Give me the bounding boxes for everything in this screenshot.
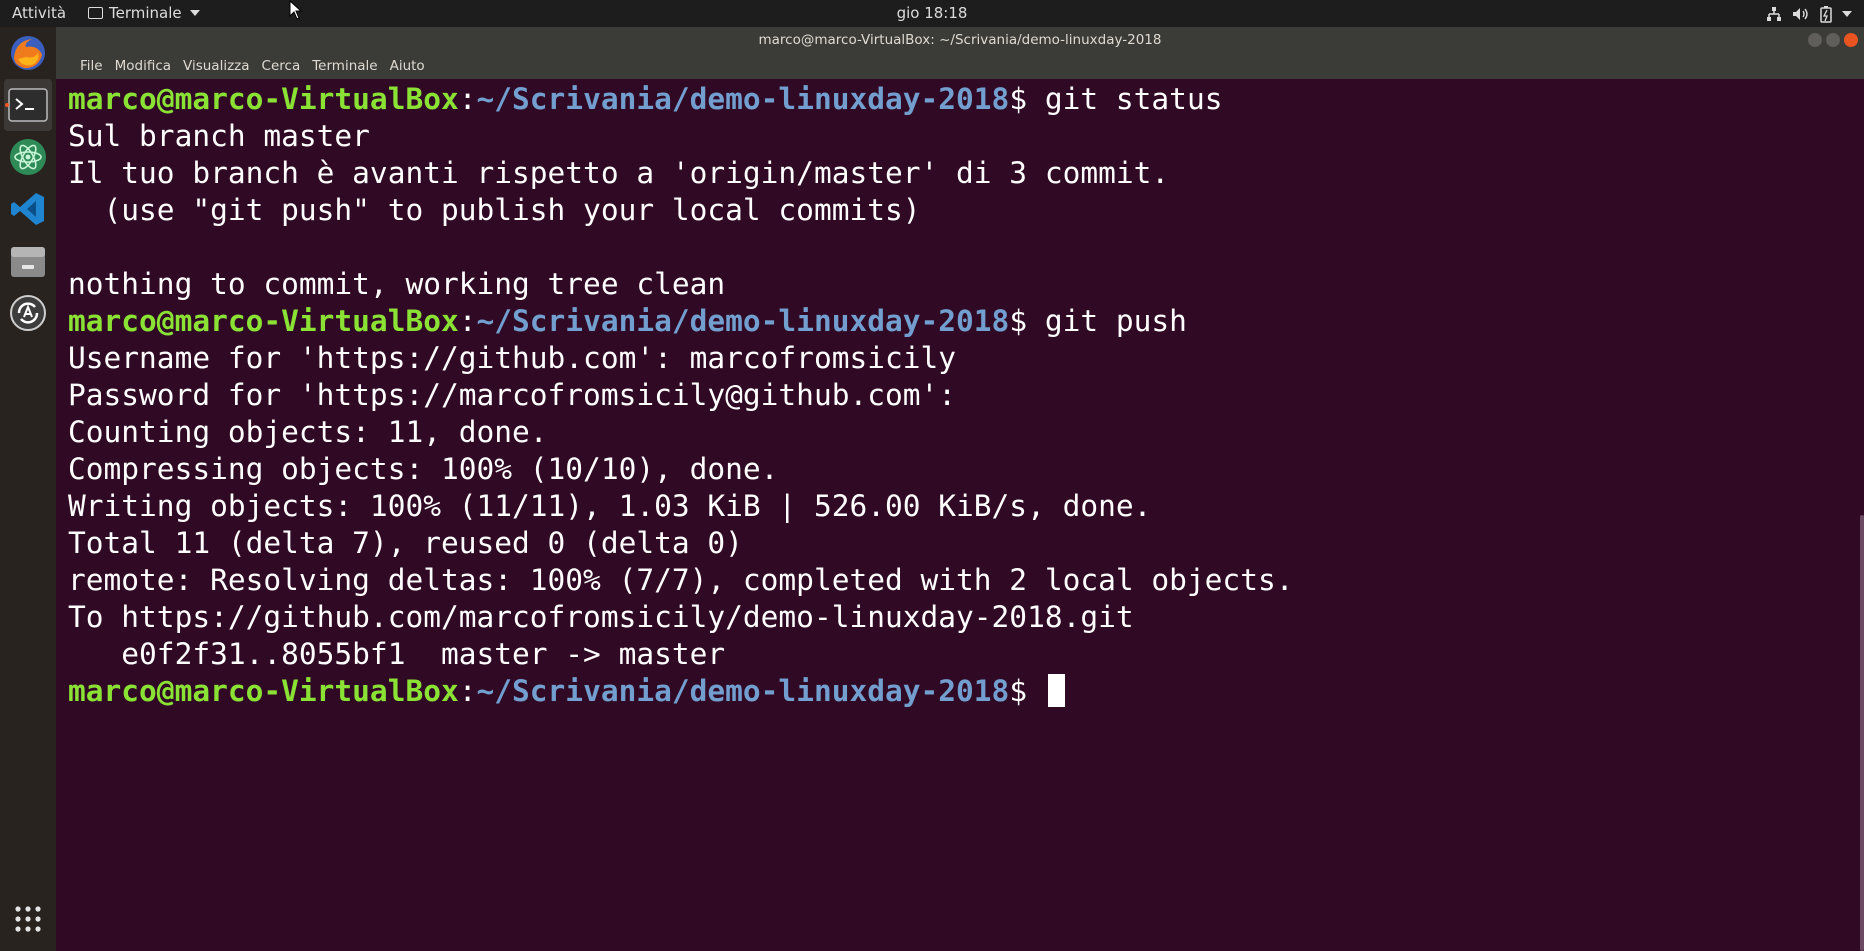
battery-icon: [1820, 6, 1832, 23]
terminal-small-icon: [88, 7, 103, 19]
menu-cerca[interactable]: Cerca: [256, 58, 307, 74]
firefox-icon: [11, 36, 45, 70]
dock-vscode[interactable]: [4, 183, 52, 235]
prompt-symbol: $: [1009, 674, 1045, 708]
atom-icon: [10, 139, 46, 175]
app-grid-icon: [15, 906, 41, 932]
top-bar: Attività Terminale gio 18:18: [0, 0, 1864, 27]
menu-bar: File Modifica Visualizza Cerca Terminale…: [56, 53, 1864, 79]
menu-aiuto[interactable]: Aiuto: [384, 58, 431, 74]
activities-button[interactable]: Attività: [12, 4, 66, 22]
prompt-path: ~/Scrivania/demo-linuxday-2018: [476, 304, 1010, 338]
terminal-output[interactable]: marco@marco-VirtualBox:~/Scrivania/demo-…: [56, 79, 1864, 951]
prompt-path: ~/Scrivania/demo-linuxday-2018: [476, 82, 1010, 116]
show-applications-button[interactable]: [4, 893, 52, 945]
output-line: Compressing objects: 100% (10/10), done.: [68, 452, 779, 486]
terminal-lines: marco@marco-VirtualBox:~/Scrivania/demo-…: [68, 81, 1293, 710]
menu-modifica[interactable]: Modifica: [109, 58, 177, 74]
menu-terminale[interactable]: Terminale: [306, 58, 383, 74]
output-line: Counting objects: 11, done.: [68, 415, 548, 449]
command-text: git status: [1044, 82, 1223, 116]
output-line: e0f2f31..8055bf1 master -> master: [68, 637, 726, 671]
scrollbar[interactable]: [1860, 515, 1864, 951]
prompt-user: marco@marco-VirtualBox: [68, 304, 459, 338]
text-cursor: [1047, 674, 1065, 707]
vscode-icon: [11, 193, 44, 225]
output-line: Password for 'https://marcofromsicily@gi…: [68, 378, 957, 412]
running-indicator: [5, 103, 9, 107]
output-line: To https://github.com/marcofromsicily/de…: [68, 600, 1134, 634]
chevron-down-icon: [189, 10, 200, 16]
prompt-separator: :: [458, 304, 477, 338]
menu-file[interactable]: File: [74, 58, 109, 74]
command-text: git push: [1044, 304, 1187, 338]
window-title: marco@marco-VirtualBox: ~/Scrivania/demo…: [758, 32, 1162, 48]
output-line: (use "git push" to publish your local co…: [68, 193, 921, 227]
volume-icon: [1793, 8, 1808, 20]
dock-software-updater[interactable]: [4, 287, 52, 339]
software-updater-icon: [10, 295, 46, 331]
prompt-user: marco@marco-VirtualBox: [68, 674, 459, 708]
output-line: Total 11 (delta 7), reused 0 (delta 0): [68, 526, 743, 560]
maximize-button[interactable]: [1826, 33, 1840, 47]
output-line: Il tuo branch è avanti rispetto a 'origi…: [68, 156, 1170, 190]
prompt-symbol: $: [1009, 82, 1045, 116]
window-titlebar[interactable]: marco@marco-VirtualBox: ~/Scrivania/demo…: [56, 27, 1864, 53]
app-menu-label: Terminale: [109, 4, 182, 22]
app-menu[interactable]: Terminale: [88, 4, 200, 22]
prompt-line: marco@marco-VirtualBox:~/Scrivania/demo-…: [68, 81, 1293, 118]
prompt-line: marco@marco-VirtualBox:~/Scrivania/demo-…: [68, 673, 1293, 710]
dock: [0, 27, 56, 951]
prompt-symbol: $: [1009, 304, 1045, 338]
output-line: remote: Resolving deltas: 100% (7/7), co…: [68, 563, 1294, 597]
clock[interactable]: gio 18:18: [897, 4, 968, 22]
prompt-user: marco@marco-VirtualBox: [68, 82, 459, 116]
prompt-separator: :: [458, 82, 477, 116]
mouse-pointer-icon: [289, 0, 303, 20]
network-icon: [1767, 7, 1781, 21]
prompt-separator: :: [458, 674, 477, 708]
files-icon: [11, 247, 45, 277]
power-menu-caret-icon: [1842, 11, 1852, 17]
output-line: nothing to commit, working tree clean: [68, 267, 726, 301]
output-line: Username for 'https://github.com': marco…: [68, 341, 957, 375]
menu-visualizza[interactable]: Visualizza: [177, 58, 256, 74]
minimize-button[interactable]: [1808, 33, 1822, 47]
dock-atom[interactable]: [4, 131, 52, 183]
dock-firefox[interactable]: [4, 27, 52, 79]
prompt-path: ~/Scrivania/demo-linuxday-2018: [476, 674, 1010, 708]
system-menu[interactable]: [1766, 5, 1852, 23]
close-button[interactable]: [1844, 33, 1858, 47]
dock-files[interactable]: [4, 235, 52, 287]
prompt-line: marco@marco-VirtualBox:~/Scrivania/demo-…: [68, 303, 1293, 340]
terminal-icon: [8, 88, 48, 122]
output-line: Writing objects: 100% (11/11), 1.03 KiB …: [68, 489, 1152, 523]
output-line: Sul branch master: [68, 119, 370, 153]
dock-terminal[interactable]: [4, 79, 52, 131]
